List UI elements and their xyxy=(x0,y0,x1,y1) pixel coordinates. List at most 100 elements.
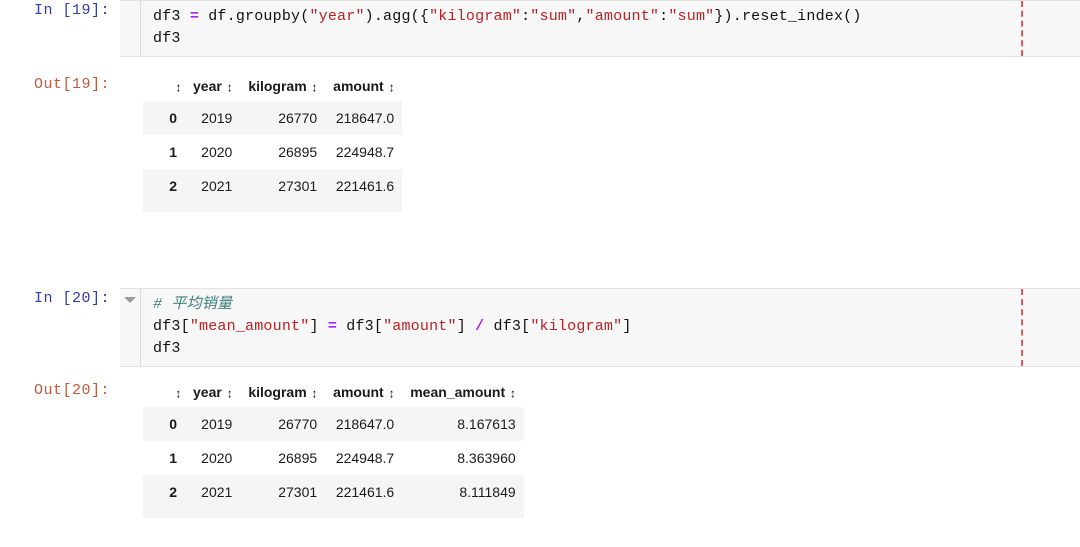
index-column-header[interactable]: ↕ xyxy=(143,380,185,407)
code-token-op: = xyxy=(327,318,338,335)
dataframe-output: ↕ year ↕ kilogram ↕ amount ↕ 0 2019 26770 218647.0… xyxy=(120,72,1080,217)
code-token-str: "kilogram" xyxy=(530,318,623,335)
column-header-label: year xyxy=(193,384,222,400)
code-token-str: "year" xyxy=(309,8,365,25)
table-cell: 27301 xyxy=(240,475,326,509)
sort-arrows-icon[interactable]: ↕ xyxy=(389,388,395,401)
index-column-header[interactable]: ↕ xyxy=(143,74,185,101)
input-prompt-label: In [20]: xyxy=(33,290,110,307)
code-token-op: / xyxy=(475,318,485,335)
sort-arrows-icon[interactable]: ↕ xyxy=(227,82,233,95)
table-header-row: ↕ year ↕ kilogram ↕ amount ↕ mean_amount ↕ xyxy=(143,380,524,407)
code-input-area[interactable]: # 平均销量 df3["mean_amount"] = df3["amount"]… xyxy=(120,288,1080,367)
code-token-str: "kilogram" xyxy=(429,8,522,25)
table-cell: 221461.6 xyxy=(325,475,403,509)
column-header-mean_amount[interactable]: mean_amount ↕ xyxy=(402,380,524,407)
code-token-plain: , xyxy=(576,8,586,25)
column-header-label: amount xyxy=(333,78,384,94)
table-cell: 27301 xyxy=(240,169,326,203)
column-width-ruler xyxy=(1021,289,1023,366)
sort-arrows-icon[interactable]: ↕ xyxy=(510,388,516,401)
dataframe-wrapper: ↕ year ↕ kilogram ↕ amount ↕ 0 2019 26770 218647.0… xyxy=(143,74,403,212)
code-token-plain: }).reset_index() xyxy=(714,8,862,25)
row-index-cell: 0 xyxy=(143,101,185,135)
table-cell: 218647.0 xyxy=(325,101,403,135)
column-header-label: year xyxy=(193,78,222,94)
code-editor[interactable]: # 平均销量 df3["mean_amount"] = df3["amount"]… xyxy=(141,289,1080,366)
code-token-plain: : xyxy=(521,8,531,25)
row-index-cell: 1 xyxy=(143,441,185,475)
table-cell: 26895 xyxy=(240,441,326,475)
table-row: 0 2019 26770 218647.0 xyxy=(143,101,403,135)
output-cell: Out[20]: ↕ year ↕ kilogram ↕ amount ↕ mean_amoun… xyxy=(0,378,1080,523)
row-index-cell: 1 xyxy=(143,135,185,169)
code-token-plain: df3 xyxy=(153,340,181,357)
table-cell: 2021 xyxy=(185,169,241,203)
table-cell: 2019 xyxy=(185,407,241,441)
code-input-area[interactable]: df3 = df.groupby("year").agg({"kilogram"… xyxy=(120,0,1080,57)
code-token-plain: df3[ xyxy=(337,318,384,335)
code-line: # 平均销量 xyxy=(153,294,1080,316)
table-cell: 2020 xyxy=(185,441,241,475)
column-header-label: mean_amount xyxy=(410,384,506,400)
sort-arrows-icon[interactable]: ↕ xyxy=(312,388,318,401)
column-header-label: kilogram xyxy=(248,384,307,400)
code-line: df3 xyxy=(153,338,1080,360)
code-line: df3 xyxy=(153,28,1080,50)
cell-collapse-gutter[interactable] xyxy=(120,1,141,56)
sort-arrows-icon[interactable]: ↕ xyxy=(176,388,182,401)
code-cell[interactable]: In [19]: df3 = df.groupby("year").agg({"k… xyxy=(0,0,1080,57)
table-cell: 221461.6 xyxy=(325,169,403,203)
table-cell: 224948.7 xyxy=(325,135,403,169)
table-cell: 2019 xyxy=(185,101,241,135)
table-cell: 26770 xyxy=(240,407,326,441)
code-editor[interactable]: df3 = df.groupby("year").agg({"kilogram"… xyxy=(141,1,1080,56)
code-token-str: "sum" xyxy=(530,8,577,25)
chevron-down-icon[interactable] xyxy=(124,297,136,303)
code-token-plain: ] xyxy=(456,318,476,335)
table-cell: 2021 xyxy=(185,475,241,509)
code-cell[interactable]: In [20]: # 平均销量 df3["mean_amount"] = df3["… xyxy=(0,288,1080,367)
code-line: df3 = df.groupby("year").agg({"kilogram"… xyxy=(153,6,1080,28)
code-token-str: "sum" xyxy=(668,8,715,25)
column-header-amount[interactable]: amount ↕ xyxy=(325,380,403,407)
table-row: 2 2021 27301 221461.6 xyxy=(143,169,403,203)
code-token-str: "amount" xyxy=(585,8,660,25)
code-token-plain: df3 xyxy=(153,30,181,47)
column-width-ruler xyxy=(1021,1,1023,56)
code-token-plain: ] xyxy=(622,318,632,335)
code-token-plain: ] xyxy=(309,318,328,335)
code-token-str: "amount" xyxy=(383,318,457,335)
output-prompt-label: Out[19]: xyxy=(33,76,110,93)
code-token-str: "mean_amount" xyxy=(189,318,310,335)
column-header-amount[interactable]: amount ↕ xyxy=(325,74,403,101)
table-cell: 224948.7 xyxy=(325,441,403,475)
column-header-kilogram[interactable]: kilogram ↕ xyxy=(240,380,326,407)
table-cell: 8.167613 xyxy=(402,407,524,441)
column-header-year[interactable]: year ↕ xyxy=(185,74,241,101)
code-token-plain: : xyxy=(659,8,669,25)
dataframe-output: ↕ year ↕ kilogram ↕ amount ↕ mean_amount ↕ 0 2019 2… xyxy=(120,378,1080,523)
column-header-label: kilogram xyxy=(248,78,307,94)
dataframe-wrapper: ↕ year ↕ kilogram ↕ amount ↕ mean_amount ↕ 0 2019 2… xyxy=(143,380,524,518)
code-token-com: # 平均销量 xyxy=(153,296,233,313)
table-cell: 8.111849 xyxy=(402,475,524,509)
table-row: 1 2020 26895 224948.7 xyxy=(143,135,403,169)
code-line: df3["mean_amount"] = df3["amount"] / df3… xyxy=(153,316,1080,338)
table-cell: 26895 xyxy=(240,135,326,169)
table-cell: 218647.0 xyxy=(325,407,403,441)
code-token-plain: df3[ xyxy=(153,318,190,335)
row-index-cell: 2 xyxy=(143,169,185,203)
table-cell: 2020 xyxy=(185,135,241,169)
cell-collapse-gutter[interactable] xyxy=(120,289,141,366)
code-token-plain: ).agg({ xyxy=(364,8,430,25)
sort-arrows-icon[interactable]: ↕ xyxy=(389,82,395,95)
column-header-year[interactable]: year ↕ xyxy=(185,380,241,407)
code-token-plain: df3[ xyxy=(484,318,531,335)
table-bottom-padding xyxy=(143,509,524,518)
column-header-kilogram[interactable]: kilogram ↕ xyxy=(240,74,326,101)
row-index-cell: 0 xyxy=(143,407,185,441)
sort-arrows-icon[interactable]: ↕ xyxy=(312,82,318,95)
sort-arrows-icon[interactable]: ↕ xyxy=(227,388,233,401)
sort-arrows-icon[interactable]: ↕ xyxy=(176,82,182,95)
